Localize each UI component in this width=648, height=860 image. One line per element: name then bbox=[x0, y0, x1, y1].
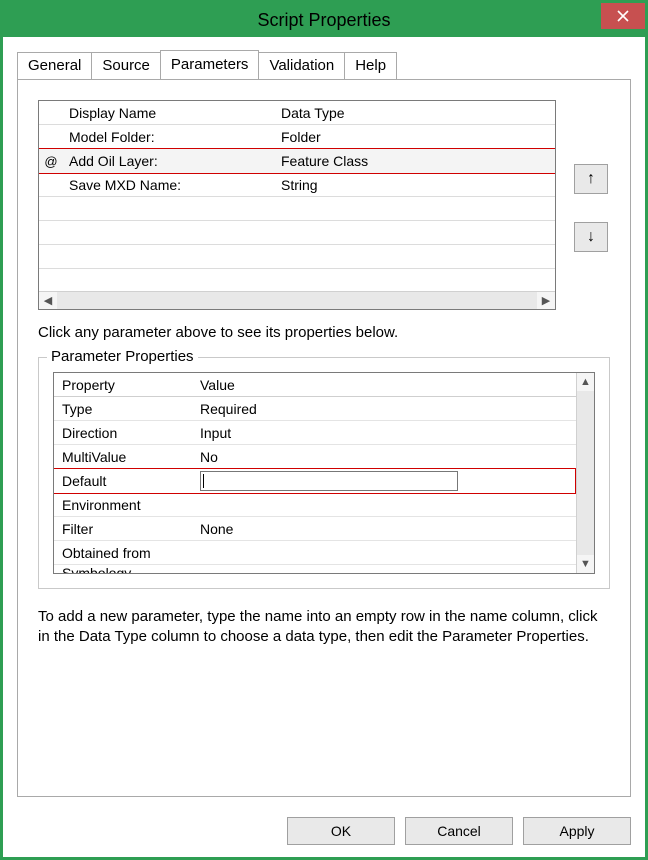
scroll-down-icon[interactable]: ▼ bbox=[577, 555, 594, 573]
property-key: Obtained from bbox=[54, 545, 196, 561]
table-row-selected[interactable]: @ Add Oil Layer: Feature Class bbox=[39, 148, 555, 174]
close-button[interactable] bbox=[601, 3, 645, 29]
property-value: None bbox=[196, 521, 576, 537]
property-key: Direction bbox=[54, 425, 196, 441]
header-display-name: Display Name bbox=[63, 105, 275, 121]
tab-general[interactable]: General bbox=[17, 52, 92, 80]
parameter-properties-legend: Parameter Properties bbox=[47, 348, 198, 365]
scrollbar-track[interactable] bbox=[57, 292, 537, 309]
dialog-button-row: OK Cancel Apply bbox=[3, 807, 645, 857]
parameter-properties-group: Parameter Properties Property Value Type… bbox=[38, 357, 610, 589]
property-value: Input bbox=[196, 425, 576, 441]
ok-button[interactable]: OK bbox=[287, 817, 395, 845]
header-property: Property bbox=[54, 377, 196, 393]
content-area: General Source Parameters Validation Hel… bbox=[3, 37, 645, 807]
parameters-grid-body: Display Name Data Type Model Folder: Fol… bbox=[39, 101, 555, 291]
table-row[interactable] bbox=[39, 221, 555, 245]
table-row[interactable] bbox=[39, 197, 555, 221]
apply-button[interactable]: Apply bbox=[523, 817, 631, 845]
horizontal-scrollbar[interactable]: ◀ ▶ bbox=[39, 291, 555, 309]
cancel-button[interactable]: Cancel bbox=[405, 817, 513, 845]
parameters-grid-header: Display Name Data Type bbox=[39, 101, 555, 125]
table-row[interactable]: Model Folder: Folder bbox=[39, 125, 555, 149]
property-key: Default bbox=[54, 473, 196, 489]
table-row[interactable] bbox=[39, 269, 555, 291]
default-value-input[interactable] bbox=[200, 471, 458, 491]
property-row[interactable]: MultiValue No bbox=[54, 445, 576, 469]
property-row-editing[interactable]: Default bbox=[54, 468, 576, 494]
window-title: Script Properties bbox=[257, 10, 390, 31]
property-row[interactable]: Direction Input bbox=[54, 421, 576, 445]
properties-grid-header: Property Value bbox=[54, 373, 576, 397]
scroll-left-icon[interactable]: ◀ bbox=[39, 292, 57, 309]
properties-grid-body: Property Value Type Required Direction I… bbox=[54, 373, 576, 573]
hint-text: Click any parameter above to see its pro… bbox=[38, 324, 610, 341]
close-icon bbox=[617, 10, 629, 22]
row-type: String bbox=[275, 177, 555, 193]
row-type: Feature Class bbox=[275, 153, 555, 169]
vertical-scrollbar[interactable]: ▲ ▼ bbox=[576, 373, 594, 573]
reorder-buttons: ↑ ↓ bbox=[574, 100, 610, 310]
tab-source[interactable]: Source bbox=[91, 52, 161, 80]
property-row[interactable]: Obtained from bbox=[54, 541, 576, 565]
row-name: Model Folder: bbox=[63, 129, 275, 145]
row-name: Save MXD Name: bbox=[63, 177, 275, 193]
move-up-button[interactable]: ↑ bbox=[574, 164, 608, 194]
header-data-type: Data Type bbox=[275, 105, 555, 121]
row-indicator: @ bbox=[39, 154, 63, 169]
titlebar: Script Properties bbox=[3, 3, 645, 37]
property-row[interactable]: Filter None bbox=[54, 517, 576, 541]
move-down-button[interactable]: ↓ bbox=[574, 222, 608, 252]
scroll-right-icon[interactable]: ▶ bbox=[537, 292, 555, 309]
parameters-grid[interactable]: Display Name Data Type Model Folder: Fol… bbox=[38, 100, 556, 310]
tabstrip: General Source Parameters Validation Hel… bbox=[17, 51, 631, 79]
scrollbar-track[interactable] bbox=[577, 391, 594, 555]
property-row[interactable]: Symbology bbox=[54, 565, 576, 573]
table-row[interactable]: Save MXD Name: String bbox=[39, 173, 555, 197]
properties-grid[interactable]: Property Value Type Required Direction I… bbox=[53, 372, 595, 574]
tab-parameters[interactable]: Parameters bbox=[160, 50, 260, 78]
tabpage-parameters: Display Name Data Type Model Folder: Fol… bbox=[17, 79, 631, 797]
property-key: Filter bbox=[54, 521, 196, 537]
property-key: Environment bbox=[54, 497, 196, 513]
property-row[interactable]: Environment bbox=[54, 493, 576, 517]
property-key: Type bbox=[54, 401, 196, 417]
scroll-up-icon[interactable]: ▲ bbox=[577, 373, 594, 391]
property-value: Required bbox=[196, 401, 576, 417]
property-value-editor bbox=[196, 471, 575, 491]
arrow-up-icon: ↑ bbox=[587, 170, 595, 188]
arrow-down-icon: ↓ bbox=[587, 228, 595, 246]
dialog-window: Script Properties General Source Paramet… bbox=[0, 0, 648, 860]
parameters-section: Display Name Data Type Model Folder: Fol… bbox=[38, 100, 610, 310]
text-caret bbox=[203, 474, 204, 488]
table-row[interactable] bbox=[39, 245, 555, 269]
tab-help[interactable]: Help bbox=[344, 52, 397, 80]
property-row[interactable]: Type Required bbox=[54, 397, 576, 421]
property-value: No bbox=[196, 449, 576, 465]
property-key: Symbology bbox=[54, 565, 196, 574]
help-text: To add a new parameter, type the name in… bbox=[38, 607, 610, 648]
row-name: Add Oil Layer: bbox=[63, 153, 275, 169]
row-type: Folder bbox=[275, 129, 555, 145]
header-value: Value bbox=[196, 377, 576, 393]
property-key: MultiValue bbox=[54, 449, 196, 465]
tab-validation[interactable]: Validation bbox=[258, 52, 345, 80]
